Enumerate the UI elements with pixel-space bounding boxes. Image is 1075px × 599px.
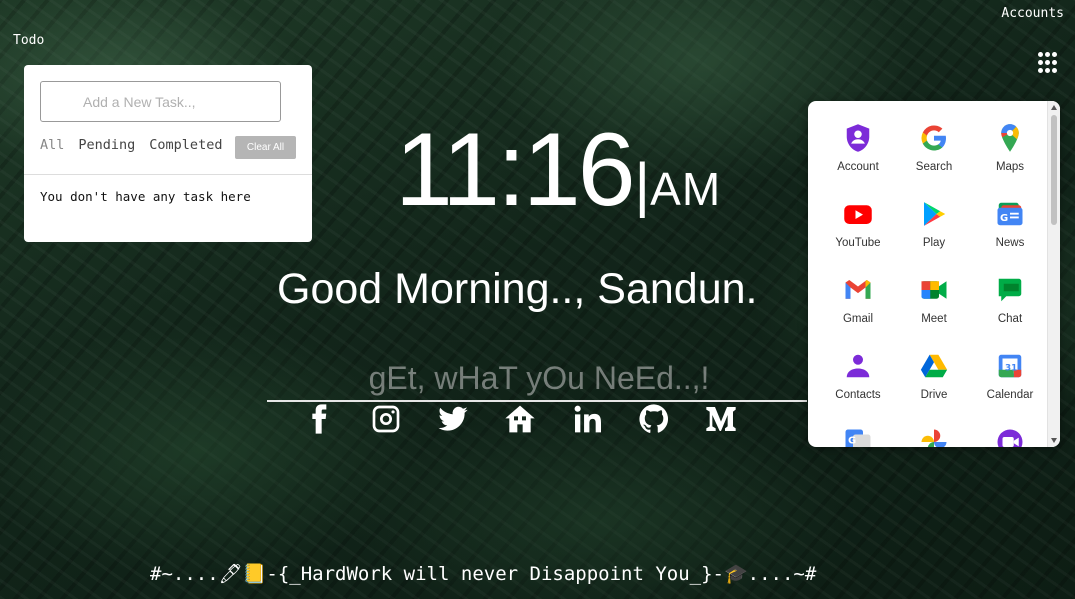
facebook-icon[interactable] [300,400,338,438]
home-icon[interactable] [501,400,539,438]
app-label: Gmail [842,313,874,325]
app-search[interactable]: Search [896,115,972,191]
clock-ampm: AM [650,163,722,215]
svg-text:G: G [848,435,856,446]
instagram-icon[interactable] [367,400,405,438]
chat-icon [995,275,1025,305]
maps-icon [995,123,1025,153]
todo-filters: All Pending Completed [40,137,236,153]
social-links [300,400,769,438]
youtube-icon [843,199,873,229]
app-play[interactable]: Play [896,191,972,267]
app-contacts[interactable]: Contacts [820,343,896,419]
accounts-link[interactable]: Accounts [1001,6,1064,21]
app-label: Search [915,161,953,173]
app-account[interactable]: Account [820,115,896,191]
filter-completed[interactable]: Completed [149,137,222,153]
app-label: Drive [920,389,948,401]
app-label: News [995,237,1025,249]
clock-separator: | [634,151,651,218]
twitter-icon[interactable] [434,400,472,438]
app-label: Maps [995,161,1025,173]
meet-icon [919,275,949,305]
clear-all-button[interactable]: Clear All [235,136,296,159]
app-label: Meet [921,313,947,325]
photos-icon [919,427,949,447]
app-meet[interactable]: Meet [896,267,972,343]
clock-time: 11:16 [395,112,636,228]
app-gmail[interactable]: Gmail [820,267,896,343]
filter-all[interactable]: All [40,137,64,153]
search-input[interactable] [267,355,811,402]
app-drive[interactable]: Drive [896,343,972,419]
calendar-icon: 31 [995,351,1025,381]
app-label: Play [922,237,946,249]
linkedin-icon[interactable] [568,400,606,438]
duo-icon [995,427,1025,447]
app-label: Contacts [835,389,881,401]
clock: 11:16|AM [395,118,721,222]
footer-quote: #~....🖊📒-{_HardWork will never Disappoin… [150,563,817,585]
play-icon [919,199,949,229]
app-photos[interactable] [896,419,972,447]
todo-label[interactable]: Todo [13,33,44,48]
app-calendar[interactable]: 31 Calendar [972,343,1048,419]
news-icon: G [995,199,1025,229]
translate-icon: G [843,427,873,447]
github-icon[interactable] [635,400,673,438]
scroll-up-icon[interactable] [1051,105,1057,110]
apps-panel: Account Search Maps YouTube Play G News … [808,101,1060,447]
account-icon [843,123,873,153]
drive-icon [919,351,949,381]
add-task-input[interactable] [40,81,281,122]
gmail-icon [843,275,873,305]
todo-card: All Pending Completed Clear All You don'… [24,65,312,242]
app-label: Chat [997,313,1023,325]
todo-divider [24,174,312,175]
app-label: Account [837,161,879,173]
filter-pending[interactable]: Pending [78,137,135,153]
app-label: YouTube [835,237,881,249]
apps-scrollbar[interactable] [1047,101,1060,447]
grid-dots-icon[interactable] [1038,52,1060,74]
app-translate[interactable]: G [820,419,896,447]
app-maps[interactable]: Maps [972,115,1048,191]
svg-text:G: G [1000,213,1008,224]
scroll-thumb[interactable] [1051,115,1057,225]
empty-task-message: You don't have any task here [40,189,251,204]
app-label: Calendar [986,389,1034,401]
greeting: Good Morning.., Sandun. [277,265,758,313]
app-youtube[interactable]: YouTube [820,191,896,267]
app-chat[interactable]: Chat [972,267,1048,343]
app-news[interactable]: G News [972,191,1048,267]
app-duo[interactable] [972,419,1048,447]
contacts-icon [843,351,873,381]
svg-text:31: 31 [1005,363,1017,373]
medium-icon[interactable] [702,400,740,438]
search-bar [267,355,811,402]
google-search-icon [919,123,949,153]
scroll-down-icon[interactable] [1051,438,1057,443]
